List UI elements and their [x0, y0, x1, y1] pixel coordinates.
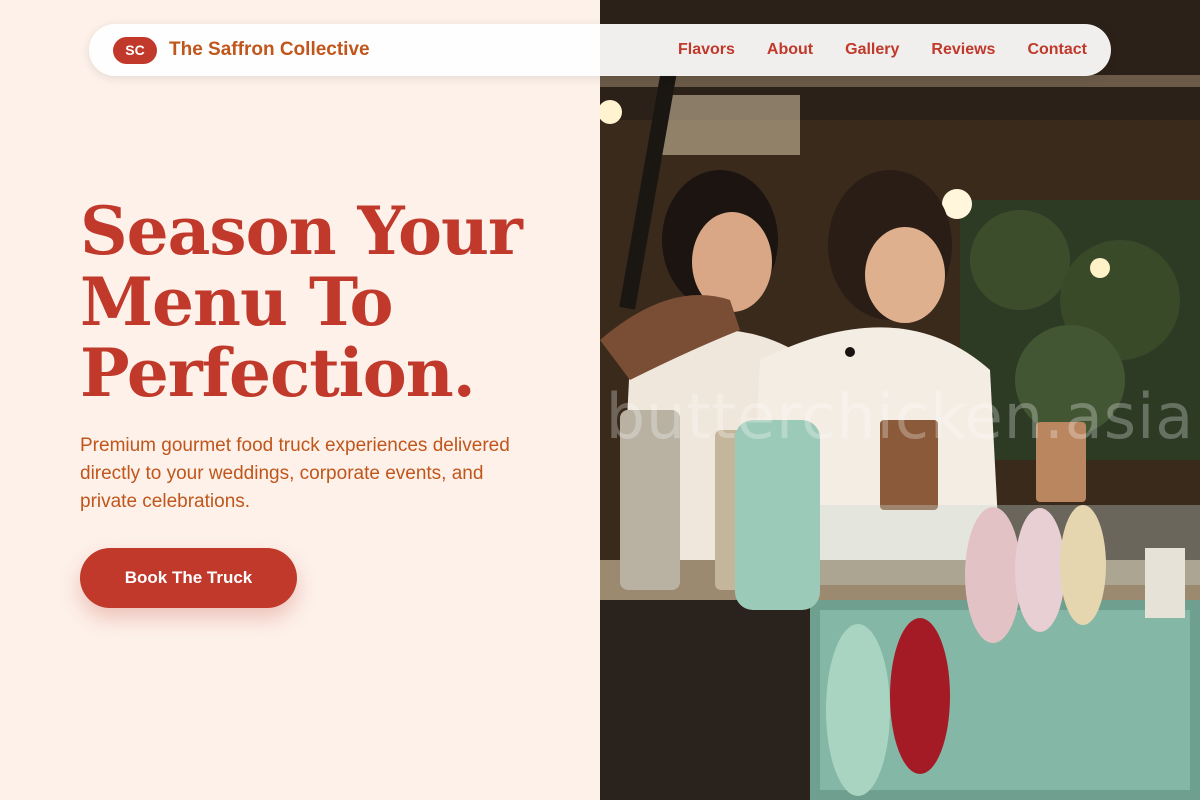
hero-title-line-1: Season Your	[80, 192, 523, 270]
brand-name: The Saffron Collective	[169, 39, 370, 60]
hero-image-food-truck: butterchicken.asia	[600, 0, 1200, 800]
nav-links: Flavors About Gallery Reviews Contact	[678, 41, 1087, 59]
hero-title-line-2: Menu To	[80, 263, 394, 341]
nav-link-reviews[interactable]: Reviews	[931, 41, 995, 59]
nav-link-flavors[interactable]: Flavors	[678, 41, 735, 59]
book-truck-button[interactable]: Book The Truck	[80, 548, 297, 608]
brand-link[interactable]: SC The Saffron Collective	[113, 36, 370, 64]
nav-link-gallery[interactable]: Gallery	[845, 41, 899, 59]
brand-logo-badge: SC	[113, 36, 157, 64]
top-navbar: SC The Saffron Collective Flavors About …	[89, 24, 1111, 76]
nav-link-about[interactable]: About	[767, 41, 813, 59]
nav-link-contact[interactable]: Contact	[1027, 41, 1087, 59]
hero-title-line-3: Perfection.	[80, 334, 476, 412]
hero-title: Season Your Menu To Perfection.	[80, 196, 580, 409]
hero-subtitle: Premium gourmet food truck experiences d…	[80, 435, 510, 512]
food-truck-photo	[600, 0, 1200, 800]
